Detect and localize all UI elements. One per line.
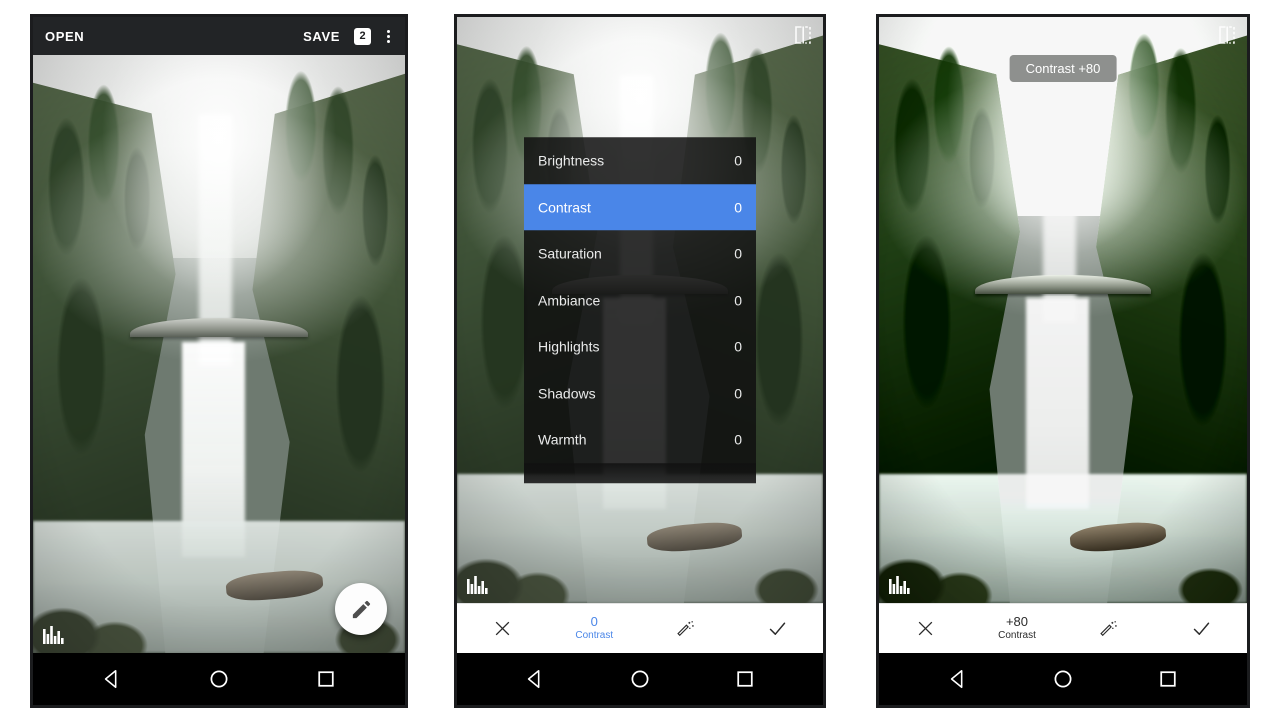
adjustment-tooltip: Contrast +80: [1009, 55, 1117, 82]
magic-wand-icon[interactable]: [640, 619, 732, 639]
phone-open-state: OPEN SAVE 2: [30, 14, 408, 708]
adjustment-name: Contrast: [998, 630, 1036, 642]
compare-split-icon[interactable]: [793, 25, 813, 45]
edit-toolbar: 0 Contrast: [457, 603, 823, 653]
menu-item-shadows[interactable]: Shadows 0: [524, 370, 756, 417]
home-circle-icon[interactable]: [629, 668, 651, 690]
menu-item-warmth[interactable]: Warmth 0: [524, 416, 756, 463]
compare-split-icon[interactable]: [1217, 25, 1237, 45]
android-nav-bar: [33, 653, 405, 705]
phone-1-screen: OPEN SAVE 2: [33, 17, 405, 705]
edit-fab[interactable]: [335, 583, 387, 635]
pencil-icon: [350, 598, 373, 621]
photo-viewport[interactable]: Contrast +80: [879, 17, 1247, 603]
screenshot-stage: OPEN SAVE 2 Brightness 0 Contrast 0 Satu…: [0, 0, 1280, 720]
recents-square-icon[interactable]: [1157, 668, 1179, 690]
phone-2-screen: Brightness 0 Contrast 0 Saturation 0 Amb…: [457, 17, 823, 705]
menu-item-ambiance[interactable]: Ambiance 0: [524, 277, 756, 324]
histogram-icon[interactable]: [467, 576, 491, 594]
menu-item-saturation[interactable]: Saturation 0: [524, 230, 756, 277]
waterfall-photo: [879, 17, 1247, 603]
adjustment-value: 0: [590, 614, 598, 630]
adjustment-value: +80: [1005, 614, 1029, 630]
current-adjustment-readout: 0 Contrast: [549, 614, 641, 643]
phone-contrast-applied-state: Contrast +80 +80 Contrast: [876, 14, 1250, 708]
menu-item-value: 0: [734, 431, 742, 448]
menu-item-value: 0: [734, 199, 742, 215]
menu-item-label: Ambiance: [538, 292, 601, 308]
menu-item-value: 0: [734, 292, 742, 308]
menu-item-value: 0: [734, 245, 742, 262]
photo-viewport[interactable]: [33, 55, 405, 653]
tune-image-menu[interactable]: Brightness 0 Contrast 0 Saturation 0 Amb…: [524, 137, 756, 483]
back-triangle-icon[interactable]: [101, 668, 123, 690]
menu-item-label: Saturation: [538, 245, 602, 262]
home-circle-icon[interactable]: [208, 668, 230, 690]
back-triangle-icon[interactable]: [947, 668, 969, 690]
menu-bottom-fade: [524, 462, 756, 483]
menu-item-highlights[interactable]: Highlights 0: [524, 323, 756, 370]
android-nav-bar: [457, 653, 823, 705]
menu-item-label: Highlights: [538, 338, 600, 355]
top-app-bar: OPEN SAVE 2: [33, 17, 405, 55]
histogram-icon[interactable]: [889, 576, 913, 594]
menu-item-value: 0: [734, 152, 742, 169]
menu-item-label: Warmth: [538, 431, 587, 448]
menu-item-label: Brightness: [538, 152, 605, 169]
phone-3-screen: Contrast +80 +80 Contrast: [879, 17, 1247, 705]
back-triangle-icon[interactable]: [524, 668, 546, 690]
waterfall-photo: [33, 55, 405, 653]
edit-toolbar: +80 Contrast: [879, 603, 1247, 653]
recents-square-icon[interactable]: [315, 668, 337, 690]
recents-square-icon[interactable]: [734, 668, 756, 690]
cancel-button[interactable]: [879, 619, 971, 638]
confirm-button[interactable]: [1155, 618, 1247, 639]
save-button[interactable]: SAVE: [303, 29, 340, 44]
photo-viewport[interactable]: Brightness 0 Contrast 0 Saturation 0 Amb…: [457, 17, 823, 603]
menu-item-brightness[interactable]: Brightness 0: [524, 137, 756, 184]
menu-item-contrast[interactable]: Contrast 0: [524, 183, 756, 231]
menu-item-label: Shadows: [538, 385, 596, 401]
phone-adjust-menu-state: Brightness 0 Contrast 0 Saturation 0 Amb…: [454, 14, 826, 708]
edit-count-badge[interactable]: 2: [354, 27, 371, 45]
home-circle-icon[interactable]: [1052, 668, 1074, 690]
android-nav-bar: [879, 653, 1247, 705]
confirm-button[interactable]: [732, 618, 824, 639]
magic-wand-icon[interactable]: [1063, 619, 1155, 639]
menu-item-value: 0: [734, 338, 742, 355]
histogram-icon[interactable]: [43, 626, 67, 644]
menu-item-label: Contrast: [538, 199, 591, 215]
current-adjustment-readout: +80 Contrast: [971, 614, 1063, 643]
adjustment-name: Contrast: [575, 630, 614, 642]
cancel-button[interactable]: [457, 619, 549, 638]
kebab-menu-icon[interactable]: [387, 29, 391, 43]
open-button[interactable]: OPEN: [45, 29, 84, 44]
menu-item-value: 0: [734, 385, 742, 401]
